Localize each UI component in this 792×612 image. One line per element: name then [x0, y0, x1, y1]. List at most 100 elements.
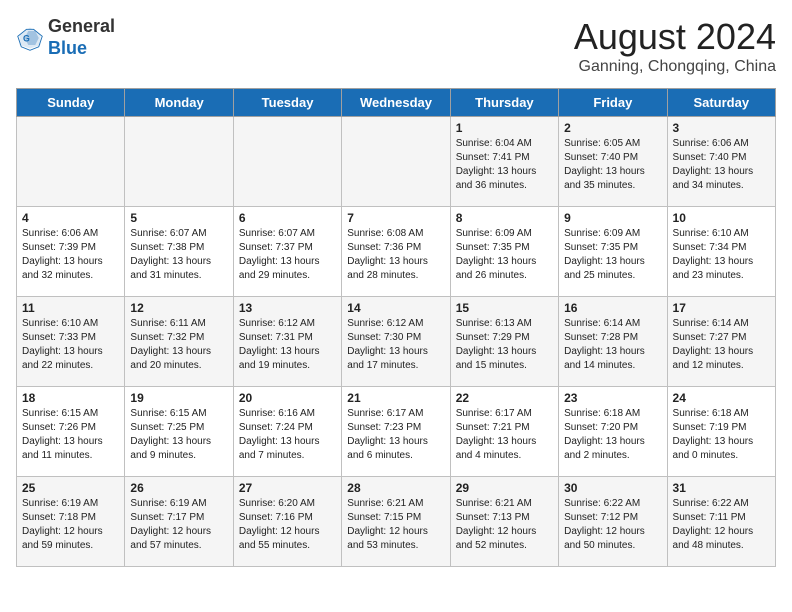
- calendar-cell: 13 Sunrise: 6:12 AM Sunset: 7:31 PM Dayli…: [233, 297, 341, 387]
- day-info: Sunrise: 6:06 AM Sunset: 7:40 PM Dayligh…: [673, 137, 770, 193]
- day-info: Sunrise: 6:19 AM Sunset: 7:18 PM Dayligh…: [22, 497, 119, 553]
- calendar-header-row: SundayMondayTuesdayWednesdayThursdayFrid…: [17, 89, 776, 117]
- calendar-week-row: 25Sunrise: 6:19 AM Sunset: 7:18 PM Dayli…: [17, 477, 776, 567]
- weekday-header-wednesday: Wednesday: [342, 89, 450, 117]
- day-info: Sunrise: 6:10 AM Sunset: 7:34 PM Dayligh…: [673, 227, 770, 283]
- calendar-cell: 7 Sunrise: 6:08 AM Sunset: 7:36 PM Daylig…: [342, 207, 450, 297]
- day-info: Sunrise: 6:07 AM Sunset: 7:37 PM Dayligh…: [239, 227, 336, 283]
- calendar-cell: [342, 117, 450, 207]
- day-number: 5: [130, 211, 227, 225]
- weekday-header-sunday: Sunday: [17, 89, 125, 117]
- day-number: 16: [564, 301, 661, 315]
- day-info: Sunrise: 6:12 AM Sunset: 7:31 PM Dayligh…: [239, 317, 336, 373]
- day-info: Sunrise: 6:19 AM Sunset: 7:17 PM Dayligh…: [130, 497, 227, 553]
- calendar-week-row: 11 Sunrise: 6:10 AM Sunset: 7:33 PM Dayli…: [17, 297, 776, 387]
- calendar-cell: 21 Sunrise: 6:17 AM Sunset: 7:23 PM Dayli…: [342, 387, 450, 477]
- day-info: Sunrise: 6:16 AM Sunset: 7:24 PM Dayligh…: [239, 407, 336, 463]
- calendar-cell: [233, 117, 341, 207]
- day-number: 8: [456, 211, 553, 225]
- calendar-cell: 5 Sunrise: 6:07 AM Sunset: 7:38 PM Daylig…: [125, 207, 233, 297]
- calendar-cell: 24 Sunrise: 6:18 AM Sunset: 7:19 PM Dayli…: [667, 387, 775, 477]
- day-info: Sunrise: 6:13 AM Sunset: 7:29 PM Dayligh…: [456, 317, 553, 373]
- calendar-cell: 23Sunrise: 6:18 AM Sunset: 7:20 PM Dayli…: [559, 387, 667, 477]
- day-number: 1: [456, 121, 553, 135]
- day-number: 13: [239, 301, 336, 315]
- day-info: Sunrise: 6:14 AM Sunset: 7:27 PM Dayligh…: [673, 317, 770, 373]
- logo: G General Blue: [16, 16, 115, 59]
- day-info: Sunrise: 6:22 AM Sunset: 7:11 PM Dayligh…: [673, 497, 770, 553]
- day-number: 3: [673, 121, 770, 135]
- logo-general-text: General: [48, 16, 115, 36]
- logo-blue-text: Blue: [48, 38, 87, 58]
- day-info: Sunrise: 6:09 AM Sunset: 7:35 PM Dayligh…: [456, 227, 553, 283]
- day-number: 27: [239, 481, 336, 495]
- day-info: Sunrise: 6:08 AM Sunset: 7:36 PM Dayligh…: [347, 227, 444, 283]
- calendar-cell: 10Sunrise: 6:10 AM Sunset: 7:34 PM Dayli…: [667, 207, 775, 297]
- day-info: Sunrise: 6:22 AM Sunset: 7:12 PM Dayligh…: [564, 497, 661, 553]
- calendar-cell: 30Sunrise: 6:22 AM Sunset: 7:12 PM Dayli…: [559, 477, 667, 567]
- weekday-header-friday: Friday: [559, 89, 667, 117]
- day-info: Sunrise: 6:15 AM Sunset: 7:26 PM Dayligh…: [22, 407, 119, 463]
- calendar-week-row: 18 Sunrise: 6:15 AM Sunset: 7:26 PM Dayli…: [17, 387, 776, 477]
- calendar-cell: 31 Sunrise: 6:22 AM Sunset: 7:11 PM Dayli…: [667, 477, 775, 567]
- day-number: 23: [564, 391, 661, 405]
- day-number: 11: [22, 301, 119, 315]
- day-number: 4: [22, 211, 119, 225]
- day-info: Sunrise: 6:05 AM Sunset: 7:40 PM Dayligh…: [564, 137, 661, 193]
- calendar-cell: 17 Sunrise: 6:14 AM Sunset: 7:27 PM Dayli…: [667, 297, 775, 387]
- logo-icon: G: [16, 24, 44, 52]
- day-info: Sunrise: 6:04 AM Sunset: 7:41 PM Dayligh…: [456, 137, 553, 193]
- month-year-title: August 2024: [574, 16, 776, 58]
- day-number: 14: [347, 301, 444, 315]
- day-number: 12: [130, 301, 227, 315]
- day-number: 18: [22, 391, 119, 405]
- weekday-header-tuesday: Tuesday: [233, 89, 341, 117]
- title-area: August 2024 Ganning, Chongqing, China: [574, 16, 776, 76]
- day-number: 24: [673, 391, 770, 405]
- calendar-cell: 11 Sunrise: 6:10 AM Sunset: 7:33 PM Dayli…: [17, 297, 125, 387]
- day-number: 28: [347, 481, 444, 495]
- day-info: Sunrise: 6:06 AM Sunset: 7:39 PM Dayligh…: [22, 227, 119, 283]
- calendar-cell: 18 Sunrise: 6:15 AM Sunset: 7:26 PM Dayli…: [17, 387, 125, 477]
- calendar-cell: 14 Sunrise: 6:12 AM Sunset: 7:30 PM Dayli…: [342, 297, 450, 387]
- calendar-cell: 22Sunrise: 6:17 AM Sunset: 7:21 PM Dayli…: [450, 387, 558, 477]
- calendar-cell: 2 Sunrise: 6:05 AM Sunset: 7:40 PM Daylig…: [559, 117, 667, 207]
- day-info: Sunrise: 6:21 AM Sunset: 7:13 PM Dayligh…: [456, 497, 553, 553]
- svg-text:G: G: [23, 33, 30, 43]
- day-info: Sunrise: 6:20 AM Sunset: 7:16 PM Dayligh…: [239, 497, 336, 553]
- calendar-cell: 19Sunrise: 6:15 AM Sunset: 7:25 PM Dayli…: [125, 387, 233, 477]
- calendar-table: SundayMondayTuesdayWednesdayThursdayFrid…: [16, 88, 776, 567]
- calendar-week-row: 1 Sunrise: 6:04 AM Sunset: 7:41 PM Daylig…: [17, 117, 776, 207]
- page-header: G General Blue August 2024 Ganning, Chon…: [16, 16, 776, 76]
- day-number: 19: [130, 391, 227, 405]
- day-number: 9: [564, 211, 661, 225]
- calendar-cell: 25Sunrise: 6:19 AM Sunset: 7:18 PM Dayli…: [17, 477, 125, 567]
- calendar-cell: 1 Sunrise: 6:04 AM Sunset: 7:41 PM Daylig…: [450, 117, 558, 207]
- day-info: Sunrise: 6:17 AM Sunset: 7:23 PM Dayligh…: [347, 407, 444, 463]
- day-number: 7: [347, 211, 444, 225]
- calendar-cell: 28 Sunrise: 6:21 AM Sunset: 7:15 PM Dayli…: [342, 477, 450, 567]
- day-number: 15: [456, 301, 553, 315]
- calendar-cell: 12Sunrise: 6:11 AM Sunset: 7:32 PM Dayli…: [125, 297, 233, 387]
- weekday-header-thursday: Thursday: [450, 89, 558, 117]
- calendar-cell: 9Sunrise: 6:09 AM Sunset: 7:35 PM Daylig…: [559, 207, 667, 297]
- day-number: 29: [456, 481, 553, 495]
- calendar-cell: 27 Sunrise: 6:20 AM Sunset: 7:16 PM Dayli…: [233, 477, 341, 567]
- day-number: 26: [130, 481, 227, 495]
- calendar-cell: 6Sunrise: 6:07 AM Sunset: 7:37 PM Daylig…: [233, 207, 341, 297]
- day-number: 21: [347, 391, 444, 405]
- day-info: Sunrise: 6:18 AM Sunset: 7:19 PM Dayligh…: [673, 407, 770, 463]
- day-number: 2: [564, 121, 661, 135]
- day-info: Sunrise: 6:21 AM Sunset: 7:15 PM Dayligh…: [347, 497, 444, 553]
- day-info: Sunrise: 6:07 AM Sunset: 7:38 PM Dayligh…: [130, 227, 227, 283]
- calendar-cell: 8 Sunrise: 6:09 AM Sunset: 7:35 PM Daylig…: [450, 207, 558, 297]
- calendar-week-row: 4 Sunrise: 6:06 AM Sunset: 7:39 PM Daylig…: [17, 207, 776, 297]
- calendar-cell: 20Sunrise: 6:16 AM Sunset: 7:24 PM Dayli…: [233, 387, 341, 477]
- calendar-cell: 3 Sunrise: 6:06 AM Sunset: 7:40 PM Daylig…: [667, 117, 775, 207]
- day-info: Sunrise: 6:14 AM Sunset: 7:28 PM Dayligh…: [564, 317, 661, 373]
- day-number: 17: [673, 301, 770, 315]
- calendar-cell: 15 Sunrise: 6:13 AM Sunset: 7:29 PM Dayli…: [450, 297, 558, 387]
- day-info: Sunrise: 6:10 AM Sunset: 7:33 PM Dayligh…: [22, 317, 119, 373]
- day-info: Sunrise: 6:12 AM Sunset: 7:30 PM Dayligh…: [347, 317, 444, 373]
- day-number: 31: [673, 481, 770, 495]
